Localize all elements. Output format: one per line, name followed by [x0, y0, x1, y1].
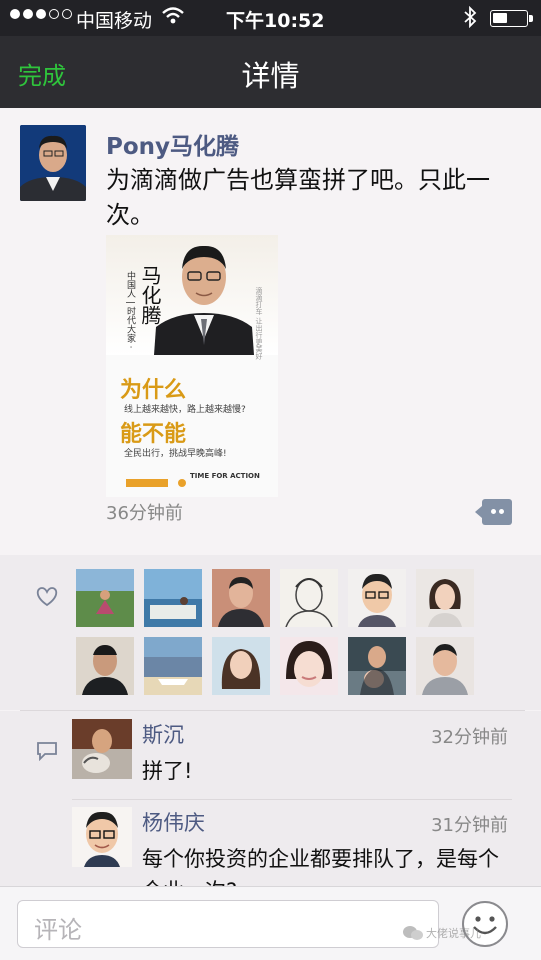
status-bar: 中国移动 下午10:52 [0, 0, 541, 36]
author-name[interactable]: Pony马化腾 [106, 127, 239, 161]
watermark-text: 大佬说事儿 [426, 927, 481, 940]
status-time: 下午10:52 [226, 10, 325, 32]
bluetooth-icon [463, 5, 477, 33]
liker-avatar[interactable] [144, 569, 202, 627]
poster-side-text: 滴滴打车 让出行更美好 [255, 287, 263, 360]
poster-logo-text: TIME FOR ACTION [190, 472, 260, 480]
poster-subline-1: 线上越来越快，路上越来越慢? [124, 405, 246, 415]
comments-section: 斯沉 32分钟前 拼了! 杨伟庆 31分钟前 每个你投资的企业都要排队了，是每个… [0, 711, 541, 886]
liker-avatar[interactable] [280, 637, 338, 695]
liker-avatar[interactable] [416, 569, 474, 627]
nav-bar: 完成 详情 [0, 36, 541, 108]
liker-avatar[interactable] [416, 637, 474, 695]
poster-name: 马化腾 [138, 265, 162, 325]
comment-divider [72, 799, 512, 800]
poster-headline-2: 能不能 [120, 421, 187, 447]
watermark: 大佬说事儿 [402, 921, 528, 945]
comment-time: 31分钟前 [431, 815, 508, 836]
comment-input-placeholder: 评论 [34, 916, 82, 944]
signal-strength-icon [10, 9, 72, 19]
comment-text: 每个你投资的企业都要排队了，是每个企业一次? [142, 847, 499, 886]
wifi-icon [162, 6, 184, 31]
battery-icon [490, 10, 533, 27]
liker-avatar[interactable] [348, 569, 406, 627]
comment-input[interactable]: 评论 [17, 900, 439, 948]
commenter-name[interactable]: 斯沉 [142, 719, 184, 749]
post-image[interactable]: 中国人 | 时代大家 · 马化腾 滴滴打车 让出行更美好 为什么 线上越来越快，… [106, 235, 278, 497]
comment-text: 拼了! [142, 759, 193, 783]
comment-icon [36, 741, 58, 765]
liker-avatar[interactable] [76, 569, 134, 627]
likes-section [0, 555, 541, 710]
liker-avatar[interactable] [348, 637, 406, 695]
comment-time: 32分钟前 [431, 727, 508, 748]
comment-action-button[interactable] [475, 499, 512, 525]
liker-avatar[interactable] [212, 569, 270, 627]
poster-logos: TIME FOR ACTION [126, 472, 260, 487]
liker-avatar[interactable] [212, 637, 270, 695]
comment-input-bar: 评论 大佬说事儿 [0, 886, 541, 960]
page-title: 详情 [241, 59, 300, 93]
post-time: 36分钟前 [106, 503, 183, 524]
poster-subline-2: 全民出行，挑战早晚高峰! [124, 449, 227, 459]
commenter-avatar[interactable] [72, 719, 132, 779]
liker-avatar[interactable] [76, 637, 134, 695]
carrier-name: 中国移动 [76, 10, 153, 32]
post-text: 为滴滴做广告也算蛮拼了吧。只此一次。 [106, 166, 490, 229]
commenter-name[interactable]: 杨伟庆 [142, 807, 205, 837]
author-avatar[interactable] [20, 125, 86, 201]
liker-avatar[interactable] [280, 569, 338, 627]
commenter-avatar[interactable] [72, 807, 132, 867]
liker-avatar[interactable] [144, 637, 202, 695]
heart-icon [36, 587, 58, 611]
poster-headline-1: 为什么 [120, 377, 187, 403]
